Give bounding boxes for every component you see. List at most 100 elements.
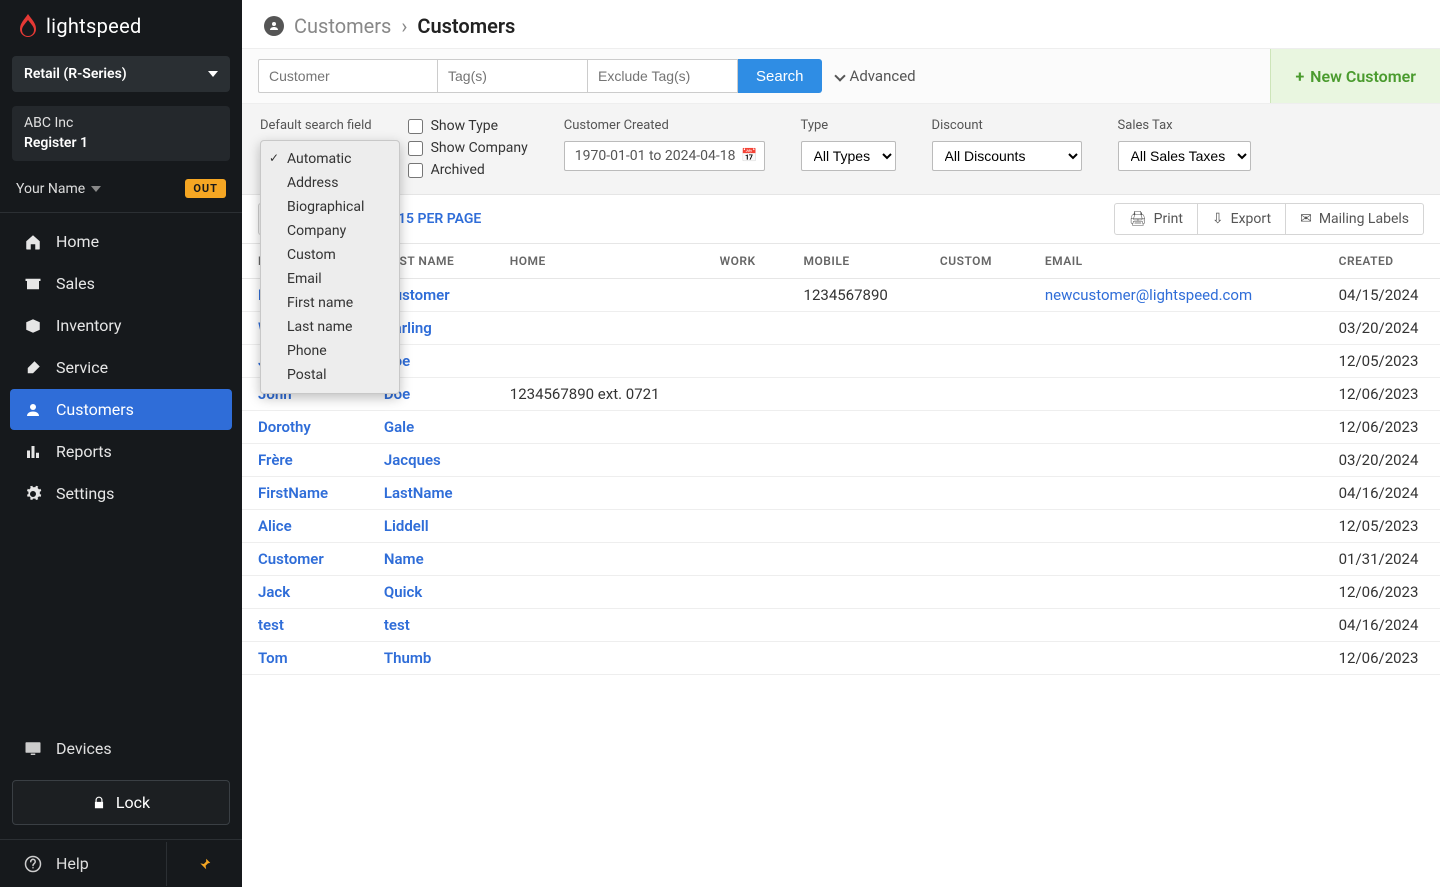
customer-icon	[264, 16, 284, 36]
cell-last[interactable]: Name	[368, 543, 494, 576]
cell-email	[1029, 378, 1323, 411]
lock-button[interactable]: Lock	[12, 780, 230, 825]
flame-icon	[18, 14, 38, 38]
dropdown-option[interactable]: Email	[261, 267, 399, 291]
column-header[interactable]: CUSTOM	[924, 244, 1029, 279]
cell-first[interactable]: Frère	[242, 444, 368, 477]
cell-last[interactable]: LastName	[368, 477, 494, 510]
cell-created: 01/31/2024	[1323, 543, 1440, 576]
search-exclude-tags-input[interactable]	[588, 59, 738, 93]
salestax-select[interactable]: All Sales Taxes	[1118, 141, 1251, 171]
dropdown-option[interactable]: Automatic	[261, 147, 399, 171]
table-row: TomThumb12/06/2023	[242, 642, 1440, 675]
cell-last[interactable]: Thumb	[368, 642, 494, 675]
cell-mobile	[788, 576, 924, 609]
default-search-field-label: Default search field	[260, 118, 372, 133]
per-page-select[interactable]: 15 PER PAGE	[398, 211, 481, 227]
cell-created: 04/16/2024	[1323, 477, 1440, 510]
show-type-checkbox[interactable]: Show Type	[408, 118, 528, 134]
advanced-label: Advanced	[850, 67, 916, 85]
sidebar-item-settings[interactable]: Settings	[10, 473, 232, 514]
clock-out-badge[interactable]: OUT	[185, 179, 226, 198]
nav-label: Service	[56, 358, 108, 377]
default-search-field-dropdown[interactable]: AutomaticAddressBiographicalCompanyCusto…	[260, 140, 400, 394]
dropdown-option[interactable]: Phone	[261, 339, 399, 363]
help-link[interactable]: Help	[0, 840, 166, 887]
breadcrumb-root[interactable]: Customers	[294, 14, 391, 38]
export-button[interactable]: ⇩Export	[1198, 203, 1286, 235]
cell-last[interactable]: Jacques	[368, 444, 494, 477]
dropdown-option[interactable]: First name	[261, 291, 399, 315]
cell-custom	[924, 411, 1029, 444]
cell-mobile	[788, 378, 924, 411]
nav-label: Settings	[56, 484, 114, 503]
cell-first[interactable]: FirstName	[242, 477, 368, 510]
cell-first[interactable]: Tom	[242, 642, 368, 675]
cell-last[interactable]: Gale	[368, 411, 494, 444]
chevron-down-icon	[208, 71, 218, 77]
cell-last[interactable]: Quick	[368, 576, 494, 609]
cell-email	[1029, 477, 1323, 510]
column-header[interactable]: EMAIL	[1029, 244, 1323, 279]
lock-icon	[92, 796, 106, 810]
column-header[interactable]: WORK	[704, 244, 788, 279]
cell-first[interactable]: Customer	[242, 543, 368, 576]
cell-created: 12/06/2023	[1323, 378, 1440, 411]
table-row: WendyDarling03/20/2024	[242, 312, 1440, 345]
new-customer-button[interactable]: + New Customer	[1270, 49, 1440, 103]
cell-email	[1029, 642, 1323, 675]
cell-first[interactable]: Jack	[242, 576, 368, 609]
sidebar-item-sales[interactable]: Sales	[10, 263, 232, 304]
column-header[interactable]: HOME	[494, 244, 704, 279]
cell-first[interactable]: Dorothy	[242, 411, 368, 444]
cell-custom	[924, 345, 1029, 378]
discount-select[interactable]: All Discounts	[932, 141, 1082, 171]
cell-last[interactable]: Liddell	[368, 510, 494, 543]
cell-home	[494, 510, 704, 543]
mailing-labels-button[interactable]: ✉Mailing Labels	[1286, 203, 1424, 235]
sidebar: lightspeed Retail (R-Series) ABC Inc Reg…	[0, 0, 242, 887]
dropdown-option[interactable]: Last name	[261, 315, 399, 339]
sidebar-item-home[interactable]: Home	[10, 221, 232, 262]
type-select[interactable]: All Types	[801, 141, 896, 171]
cell-email	[1029, 312, 1323, 345]
product-line-select[interactable]: Retail (R-Series)	[12, 56, 230, 92]
cell-mobile	[788, 345, 924, 378]
cell-created: 12/06/2023	[1323, 411, 1440, 444]
sidebar-item-devices[interactable]: Devices	[0, 727, 242, 770]
search-tags-input[interactable]	[438, 59, 588, 93]
search-button[interactable]: Search	[738, 59, 822, 93]
advanced-toggle[interactable]: Advanced	[822, 67, 930, 85]
show-company-checkbox[interactable]: Show Company	[408, 140, 528, 156]
pin-button[interactable]	[166, 842, 242, 886]
cell-custom	[924, 576, 1029, 609]
sidebar-item-reports[interactable]: Reports	[10, 431, 232, 472]
column-header[interactable]: CREATED	[1323, 244, 1440, 279]
customer-icon	[24, 401, 42, 419]
column-header[interactable]: MOBILE	[788, 244, 924, 279]
cell-email[interactable]: newcustomer@lightspeed.com	[1029, 279, 1323, 312]
archived-checkbox[interactable]: Archived	[408, 162, 528, 178]
sidebar-item-service[interactable]: Service	[10, 347, 232, 388]
print-button[interactable]: 🖨Print	[1114, 203, 1198, 235]
nav-label: Inventory	[56, 316, 122, 335]
sidebar-item-inventory[interactable]: Inventory	[10, 305, 232, 346]
date-range-picker[interactable]: 1970-01-01 to 2024-04-18 📅	[564, 141, 765, 171]
dropdown-option[interactable]: Address	[261, 171, 399, 195]
register-name: Register 1	[24, 134, 218, 154]
cell-last[interactable]: test	[368, 609, 494, 642]
cell-first[interactable]: Alice	[242, 510, 368, 543]
cell-first[interactable]: test	[242, 609, 368, 642]
sidebar-item-customers[interactable]: Customers	[10, 389, 232, 430]
table-row: JackQuick12/06/2023	[242, 576, 1440, 609]
search-customer-input[interactable]	[258, 59, 438, 93]
dropdown-option[interactable]: Biographical	[261, 195, 399, 219]
company-register-box[interactable]: ABC Inc Register 1	[12, 106, 230, 161]
dropdown-option[interactable]: Postal	[261, 363, 399, 387]
dropdown-option[interactable]: Company	[261, 219, 399, 243]
cell-created: 12/05/2023	[1323, 510, 1440, 543]
dropdown-option[interactable]: Custom	[261, 243, 399, 267]
cell-custom	[924, 609, 1029, 642]
cell-work	[704, 642, 788, 675]
user-menu[interactable]: Your Name	[16, 181, 101, 197]
